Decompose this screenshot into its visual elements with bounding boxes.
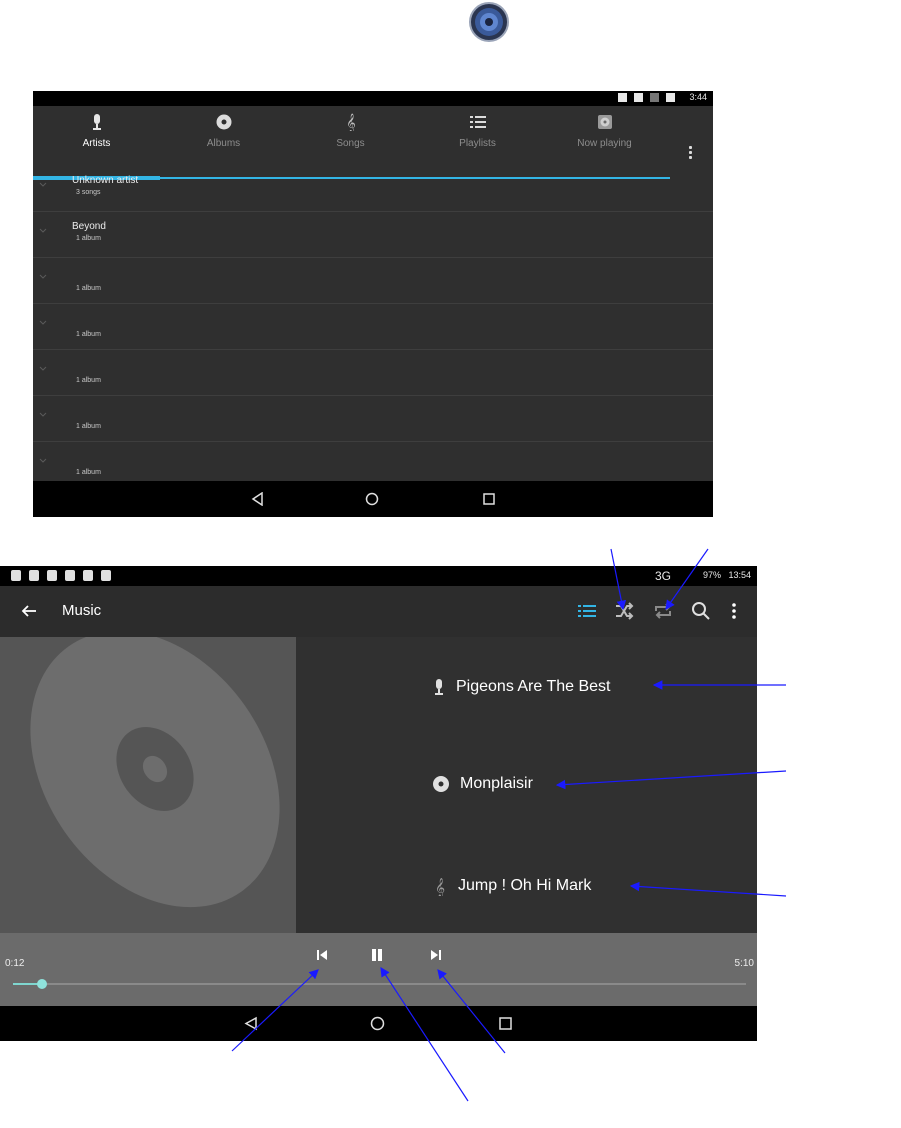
next-icon[interactable] (427, 946, 445, 964)
tab-label: Playlists (459, 138, 496, 149)
artist-count: 1 album (76, 331, 101, 338)
app-bar: Music (0, 586, 757, 637)
tab-label: Albums (206, 138, 241, 149)
artist-line: Pigeons Are The Best (432, 675, 610, 699)
artist-count: 1 album (76, 423, 101, 430)
artist-count: 1 album (76, 285, 101, 292)
artist-count: 1 album (76, 235, 101, 242)
status-bar: 3:44 (33, 91, 713, 106)
battery-icon (666, 93, 675, 102)
tab-playlists[interactable]: Playlists (414, 106, 541, 163)
navigation-bar (33, 481, 713, 517)
status-time: 13:54 (728, 570, 751, 580)
now-playing-icon (597, 115, 612, 129)
disc-icon (216, 114, 231, 130)
play-store-icon (29, 570, 39, 581)
microphone-icon (92, 114, 101, 130)
tab-now-playing[interactable]: Now playing (541, 106, 668, 163)
shuffle-icon[interactable] (612, 599, 636, 623)
chevron-down-icon[interactable] (39, 226, 47, 234)
seek-thumb[interactable] (37, 979, 47, 989)
previous-icon[interactable] (313, 946, 331, 964)
total-duration: 5:10 (734, 958, 754, 969)
wifi-icon (634, 93, 643, 102)
recents-icon[interactable] (482, 492, 496, 506)
tab-label: Artists (82, 138, 111, 149)
chevron-down-icon[interactable] (39, 180, 47, 188)
artist-name: Beyond (72, 221, 106, 232)
now-playing-screen: 3G 97% 13:54 Music Pigeons Are The Best … (0, 566, 757, 1041)
overflow-menu-icon[interactable] (687, 146, 693, 164)
album-art (0, 637, 296, 933)
svg-text:𝄞: 𝄞 (346, 113, 355, 131)
tab-bar: Artists Albums 𝄞 Songs Playlists Now pla… (33, 106, 713, 180)
list-item[interactable]: 1 album (33, 349, 713, 396)
vibrate-icon (618, 93, 627, 102)
list-item[interactable]: 1 album (33, 395, 713, 442)
svg-text:𝄞: 𝄞 (435, 878, 445, 896)
image-icon (83, 570, 93, 581)
no-sim-icon (650, 93, 659, 102)
queue-icon[interactable] (575, 599, 599, 623)
artist-count: 1 album (76, 377, 101, 384)
page-title: Music (62, 602, 102, 619)
chevron-down-icon[interactable] (39, 364, 47, 372)
chevron-down-icon[interactable] (39, 410, 47, 418)
home-icon[interactable] (365, 492, 379, 506)
battery-level: 97% (702, 570, 721, 580)
sync-icon (65, 570, 75, 581)
play-store-icon (47, 570, 57, 581)
repeat-icon[interactable] (651, 599, 675, 623)
chevron-down-icon[interactable] (39, 272, 47, 280)
back-icon[interactable] (251, 492, 265, 506)
song-title: Jump ! Oh Hi Mark (458, 877, 592, 894)
chevron-down-icon[interactable] (39, 456, 47, 464)
search-icon[interactable] (689, 599, 713, 623)
pause-icon[interactable] (368, 946, 386, 964)
microphone-icon (435, 679, 443, 695)
home-icon[interactable] (370, 1016, 385, 1031)
list-item[interactable]: Unknown artist 3 songs (33, 165, 713, 212)
chevron-down-icon[interactable] (39, 318, 47, 326)
artist-count: 1 album (76, 469, 101, 476)
music-note-icon: 𝄞 (346, 113, 355, 131)
sync-icon (101, 570, 111, 581)
song-line: 𝄞 Jump ! Oh Hi Mark (432, 874, 591, 898)
tab-artists[interactable]: Artists (33, 106, 160, 163)
artists-screen: 3:44 Artists Albums 𝄞 Songs Playlists No… (33, 91, 713, 517)
album-name: Monplaisir (460, 775, 533, 792)
tab-songs[interactable]: 𝄞 Songs (287, 106, 414, 163)
navigation-bar (0, 1006, 757, 1041)
speaker-icon (469, 2, 509, 42)
back-icon[interactable] (244, 1016, 259, 1031)
status-bar: 3G 97% 13:54 (0, 566, 757, 586)
disc-icon (433, 776, 449, 792)
list-item[interactable]: 1 album (33, 257, 713, 304)
list-item[interactable]: Beyond 1 album (33, 211, 713, 258)
tab-label: Songs (336, 138, 365, 149)
album-line: Monplaisir (432, 772, 533, 796)
back-arrow-icon[interactable] (20, 602, 38, 620)
playback-controls: 0:12 5:10 (0, 933, 757, 1006)
network-type: 3G (655, 569, 672, 583)
artist-count: 3 songs (76, 189, 101, 196)
overflow-menu-icon[interactable] (722, 599, 746, 623)
tab-label: Now playing (577, 138, 632, 149)
notification-icon (11, 570, 21, 581)
list-item[interactable]: 1 album (33, 303, 713, 350)
recents-icon[interactable] (498, 1016, 513, 1031)
track-info: Pigeons Are The Best Monplaisir 𝄞 Jump !… (296, 637, 757, 933)
elapsed-time: 0:12 (5, 958, 25, 969)
disc-placeholder-icon (30, 637, 280, 908)
artist-name: Pigeons Are The Best (456, 678, 611, 695)
progress-track[interactable] (13, 983, 746, 985)
music-note-icon: 𝄞 (435, 878, 445, 896)
artist-name: Unknown artist (72, 175, 139, 186)
status-time: 3:44 (689, 92, 707, 102)
tab-albums[interactable]: Albums (160, 106, 287, 163)
playlist-icon (469, 116, 486, 128)
